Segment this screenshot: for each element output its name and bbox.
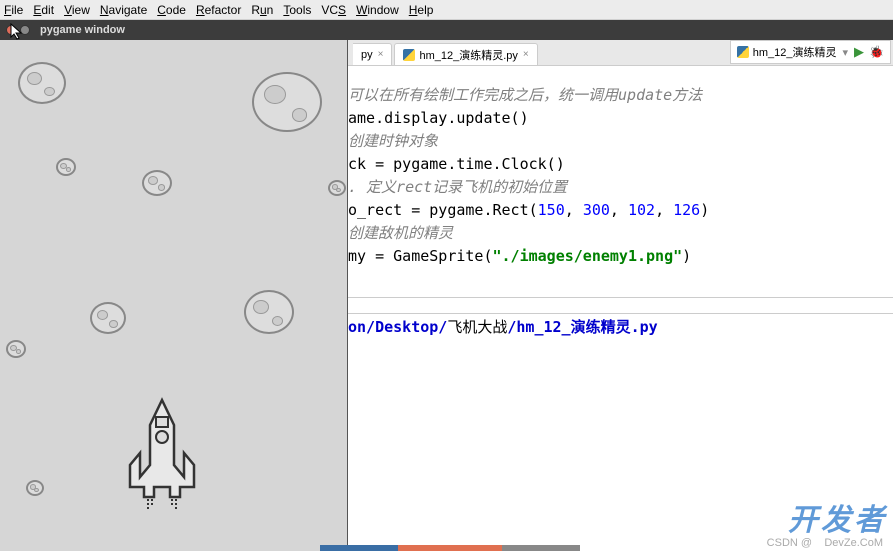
menu-file[interactable]: File	[4, 3, 23, 17]
run-config-name: hm_12_演练精灵	[753, 44, 837, 60]
mouse-cursor-icon	[10, 23, 24, 41]
menu-edit[interactable]: Edit	[33, 3, 54, 17]
window-title: pygame window	[40, 24, 125, 36]
pygame-canvas	[0, 40, 348, 551]
menu-refactor[interactable]: Refactor	[196, 3, 241, 17]
python-icon	[737, 46, 749, 58]
menu-bar: File Edit View Navigate Code Refactor Ru…	[0, 0, 893, 20]
close-icon[interactable]: ×	[378, 49, 384, 60]
menu-view[interactable]: View	[64, 3, 90, 17]
debug-icon[interactable]: 🐞	[869, 45, 884, 59]
menu-help[interactable]: Help	[409, 3, 434, 17]
menu-run[interactable]: Run	[251, 3, 273, 17]
menu-navigate[interactable]: Navigate	[100, 3, 147, 17]
tab-partial[interactable]: py ×	[353, 43, 392, 65]
ide-editor-pane: hm_12_演练精灵 ▾ ▶ 🐞 py × hm_12_演练精灵.py × 可以…	[348, 40, 893, 551]
taskbar-fragment	[320, 545, 580, 551]
menu-window[interactable]: Window	[356, 3, 399, 17]
tab-active[interactable]: hm_12_演练精灵.py ×	[394, 43, 537, 65]
run-config-selector[interactable]: hm_12_演练精灵 ▾ ▶ 🐞	[730, 40, 891, 64]
window-titlebar: pygame window	[0, 20, 893, 40]
player-ship-icon	[112, 395, 212, 515]
menu-code[interactable]: Code	[157, 3, 186, 17]
tab-label: hm_12_演练精灵.py	[419, 47, 517, 63]
menu-tools[interactable]: Tools	[283, 3, 311, 17]
console-path: on/Desktop/飞机大战/hm_12_演练精灵.py	[348, 313, 893, 339]
python-icon	[403, 49, 415, 61]
run-icon[interactable]: ▶	[854, 44, 864, 60]
menu-vcs[interactable]: VCS	[321, 3, 346, 17]
close-icon[interactable]: ×	[523, 49, 529, 60]
code-editor[interactable]: 可以在所有绘制工作完成之后，统一调用update方法ame.display.up…	[348, 66, 893, 297]
